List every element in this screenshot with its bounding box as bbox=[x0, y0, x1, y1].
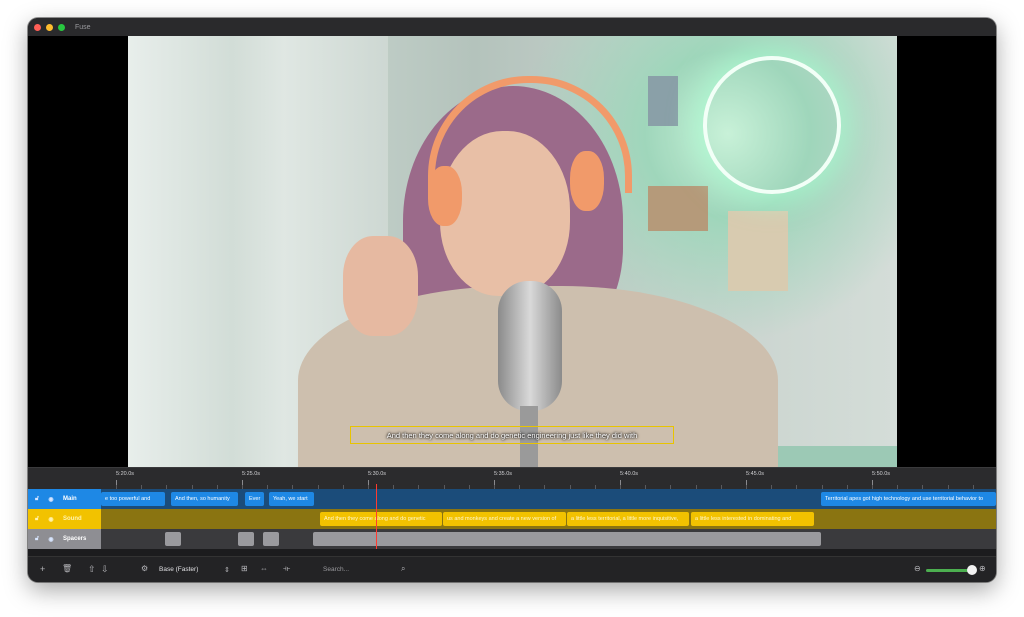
arrow-up-icon[interactable]: ⇧ bbox=[88, 564, 96, 575]
clip[interactable]: Ever bbox=[245, 492, 264, 506]
track-lane-main: e too powerful and And then, so humanity… bbox=[101, 489, 996, 509]
bottom-toolbar: + 🗑︎ ⇧ ⇩ ⚙ Base (Faster) ⇕ ⊞ ⇔ ⟛ Search.… bbox=[28, 556, 996, 582]
title-bar: Fuse bbox=[28, 18, 996, 36]
ruler-label: 5:20.0s bbox=[116, 471, 135, 477]
clip[interactable]: e too powerful and bbox=[101, 492, 165, 506]
neon-sign bbox=[703, 56, 841, 194]
fit-width-icon[interactable]: ⇔ bbox=[260, 564, 268, 573]
spacer-clip[interactable] bbox=[165, 532, 181, 546]
spacer-clip[interactable] bbox=[238, 532, 254, 546]
app-title: Fuse bbox=[75, 23, 91, 31]
track-lane-spacers bbox=[101, 529, 996, 549]
headphone-left bbox=[428, 166, 462, 226]
video-frame[interactable]: And then they come along and do genetic … bbox=[128, 36, 897, 481]
arrow-down-icon[interactable]: ⇩ bbox=[101, 564, 109, 575]
model-select[interactable]: Base (Faster) bbox=[159, 566, 198, 573]
clip[interactable]: And then they come along and do genetic bbox=[320, 512, 442, 526]
eye-icon[interactable]: ◉ bbox=[46, 536, 56, 543]
wall-frame bbox=[648, 186, 708, 231]
track-main: 🔓︎ ◉ Main e too powerful and And then, s… bbox=[28, 489, 996, 509]
track-header-main[interactable]: 🔓︎ ◉ Main bbox=[28, 489, 101, 509]
track-lane-sound: And then they come along and do genetic … bbox=[101, 509, 996, 529]
zoom-slider[interactable] bbox=[926, 569, 972, 572]
eye-icon[interactable]: ◉ bbox=[46, 496, 56, 503]
ruler-label: 5:50.0s bbox=[872, 471, 891, 477]
wall-frame bbox=[728, 211, 788, 291]
track-name: Sound bbox=[63, 516, 82, 522]
split-icon[interactable]: ⟛ bbox=[283, 564, 290, 574]
track-sound: 🔓︎ ◉ Sound And then they come along and … bbox=[28, 509, 996, 529]
clip[interactable]: And then, so humanity bbox=[171, 492, 238, 506]
track-spacers: 🔓︎ ◉ Spacers bbox=[28, 529, 996, 549]
ruler-label: 5:45.0s bbox=[746, 471, 765, 477]
ruler-label: 5:40.0s bbox=[620, 471, 639, 477]
ruler-label: 5:25.0s bbox=[242, 471, 261, 477]
track-name: Main bbox=[63, 496, 77, 502]
clip[interactable]: us and monkeys and create a new version … bbox=[443, 512, 566, 526]
search-input[interactable]: Search... bbox=[323, 566, 349, 573]
plus-icon[interactable]: + bbox=[40, 564, 45, 574]
close-window-button[interactable] bbox=[34, 23, 41, 31]
lock-icon[interactable]: 🔓︎ bbox=[32, 516, 42, 523]
track-header-sound[interactable]: 🔓︎ ◉ Sound bbox=[28, 509, 101, 529]
lock-icon[interactable]: 🔓︎ bbox=[32, 536, 42, 543]
person-hand bbox=[343, 236, 418, 336]
zoom-slider-knob[interactable] bbox=[967, 565, 977, 575]
ruler-label: 5:35.0s bbox=[494, 471, 513, 477]
search-icon[interactable]: ⌕ bbox=[401, 564, 405, 574]
wall-frame bbox=[648, 76, 678, 126]
microphone bbox=[498, 281, 562, 411]
lock-icon[interactable]: 🔓︎ bbox=[32, 496, 42, 503]
minimize-window-button[interactable] bbox=[46, 23, 53, 31]
playhead[interactable] bbox=[376, 484, 377, 549]
clip[interactable]: Territorial apes got high technology and… bbox=[821, 492, 996, 506]
subtitle-overlay[interactable]: And then they come along and do genetic … bbox=[350, 426, 674, 444]
ruler-label: 5:30.0s bbox=[368, 471, 387, 477]
trash-icon[interactable]: 🗑︎ bbox=[62, 564, 72, 573]
spacer-clip[interactable] bbox=[263, 532, 279, 546]
clip[interactable]: a little less territorial, a little more… bbox=[567, 512, 689, 526]
headphone-right bbox=[570, 151, 604, 211]
chevron-updown-icon[interactable]: ⇕ bbox=[224, 566, 230, 574]
app-window: Fuse And then they come along and do gen… bbox=[28, 18, 996, 582]
track-header-spacers[interactable]: 🔓︎ ◉ Spacers bbox=[28, 529, 101, 549]
zoom-out-icon[interactable]: ⊖ bbox=[914, 564, 921, 573]
spacer-clip[interactable] bbox=[313, 532, 821, 546]
clip[interactable]: a little less interested in dominating a… bbox=[691, 512, 814, 526]
zoom-window-button[interactable] bbox=[58, 23, 65, 31]
settings-icon[interactable]: ⚙ bbox=[141, 564, 148, 573]
add-box-icon[interactable]: ⊞ bbox=[241, 564, 248, 573]
video-viewer: And then they come along and do genetic … bbox=[28, 36, 996, 481]
timeline-ruler[interactable]: 5:20.0s 5:25.0s 5:30.0s 5:35.0s 5:40.0s 5:45.… bbox=[28, 467, 996, 490]
zoom-in-icon[interactable]: ⊕ bbox=[979, 564, 986, 573]
track-name: Spacers bbox=[63, 536, 87, 542]
clip[interactable]: Yeah, we start bbox=[269, 492, 314, 506]
eye-icon[interactable]: ◉ bbox=[46, 516, 56, 523]
